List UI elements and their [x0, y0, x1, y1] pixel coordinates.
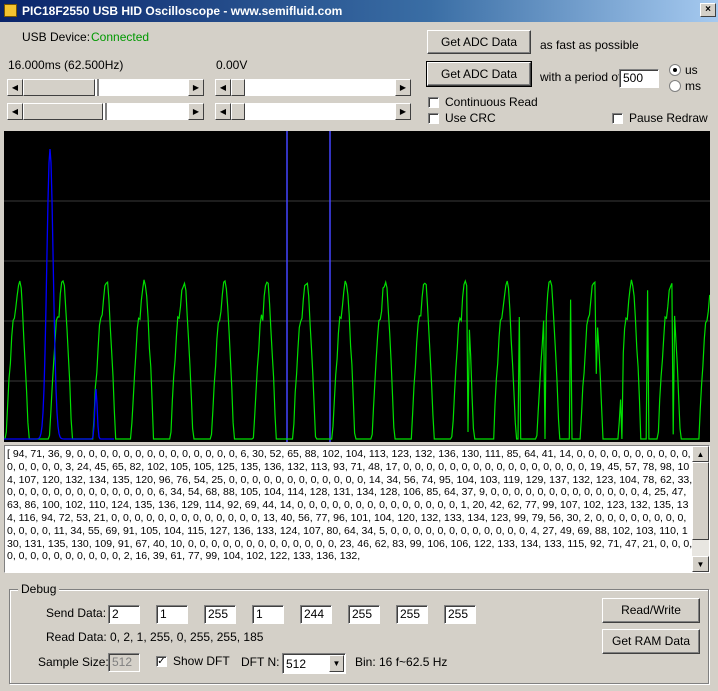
fast-label: as fast as possible [540, 38, 639, 52]
read-data-value: 0, 2, 1, 255, 0, 255, 255, 185 [110, 630, 264, 644]
radio-us-label: us [685, 63, 698, 77]
send-data-field[interactable]: 244 [300, 605, 332, 624]
radio-us[interactable] [669, 64, 681, 76]
use-crc-label: Use CRC [445, 111, 496, 125]
scroll-left-icon[interactable]: ◀ [215, 103, 231, 120]
title-bar: PIC18F2550 USB HID Oscilloscope - www.se… [0, 0, 718, 22]
timebase-slider[interactable]: ◀ ▶ [7, 79, 204, 96]
read-write-button[interactable]: Read/Write [602, 598, 700, 623]
send-data-field[interactable]: 2 [108, 605, 140, 624]
dft-n-label: DFT N: [241, 655, 280, 669]
send-data-field[interactable]: 255 [348, 605, 380, 624]
show-dft-label: Show DFT [173, 654, 230, 668]
dft-n-select[interactable]: 512 ▼ [282, 653, 346, 674]
waveform-line [4, 279, 710, 440]
oscilloscope-plot[interactable] [4, 131, 710, 442]
dft-n-value: 512 [286, 657, 307, 671]
scroll-left-icon[interactable]: ◀ [7, 79, 23, 96]
usb-device-label: USB Device: [22, 30, 91, 44]
send-data-field[interactable]: 1 [156, 605, 188, 624]
get-adc-period-button[interactable]: Get ADC Data [426, 61, 532, 87]
slider-thumb[interactable] [23, 79, 95, 96]
raw-data-text: [ 94, 71, 36, 9, 0, 0, 0, 0, 0, 0, 0, 0,… [7, 448, 693, 563]
get-ram-data-button[interactable]: Get RAM Data [602, 629, 700, 654]
raw-data-textbox[interactable]: [ 94, 71, 36, 9, 0, 0, 0, 0, 0, 0, 0, 0,… [4, 445, 710, 573]
slider-thumb[interactable] [231, 103, 245, 120]
scroll-left-icon[interactable]: ◀ [215, 79, 231, 96]
vscroll-thumb[interactable] [692, 462, 709, 540]
use-crc-checkbox[interactable] [428, 113, 439, 124]
voltage-slider[interactable]: ◀ ▶ [215, 79, 411, 96]
data-vscrollbar[interactable]: ▲ ▼ [692, 446, 709, 572]
scroll-right-icon[interactable]: ▶ [395, 103, 411, 120]
send-data-field[interactable]: 255 [444, 605, 476, 624]
usb-status: Connected [91, 30, 150, 44]
pause-redraw-label: Pause Redraw [629, 111, 708, 125]
send-data-field[interactable]: 255 [204, 605, 236, 624]
scroll-down-icon[interactable]: ▼ [692, 556, 709, 572]
period-label: with a period of [540, 70, 622, 84]
scroll-right-icon[interactable]: ▶ [188, 103, 204, 120]
slider-thumb[interactable] [23, 103, 103, 120]
send-data-label: Send Data: [46, 606, 107, 620]
send-data-field[interactable]: 1 [252, 605, 284, 624]
radio-ms-label: ms [685, 79, 701, 93]
app-icon [4, 4, 17, 17]
window-title: PIC18F2550 USB HID Oscilloscope - www.se… [22, 4, 343, 18]
continuous-read-label: Continuous Read [445, 95, 538, 109]
show-dft-checkbox[interactable]: ✓ [156, 656, 167, 667]
get-adc-fast-button[interactable]: Get ADC Data [427, 30, 531, 54]
dft-line [4, 148, 114, 440]
slider-thumb[interactable] [231, 79, 245, 96]
read-data-label: Read Data: [46, 630, 107, 644]
offset-slider[interactable]: ◀ ▶ [7, 103, 204, 120]
scroll-right-icon[interactable]: ▶ [188, 79, 204, 96]
sample-size-input: 512 [108, 653, 140, 672]
close-button[interactable]: × [700, 3, 716, 17]
sample-size-label: Sample Size: [38, 655, 109, 669]
chevron-down-icon[interactable]: ▼ [329, 655, 344, 672]
scroll-left-icon[interactable]: ◀ [7, 103, 23, 120]
bin-readout: Bin: 16 f~62.5 Hz [355, 655, 448, 669]
pause-redraw-checkbox[interactable] [612, 113, 623, 124]
radio-ms[interactable] [669, 80, 681, 92]
trigger-slider[interactable]: ◀ ▶ [215, 103, 411, 120]
volt-readout: 0.00V [216, 58, 248, 72]
scroll-right-icon[interactable]: ▶ [395, 79, 411, 96]
period-input[interactable]: 500 [619, 69, 659, 88]
send-data-field[interactable]: 255 [396, 605, 428, 624]
scroll-up-icon[interactable]: ▲ [692, 446, 709, 462]
debug-group-label: Debug [18, 582, 60, 596]
continuous-read-checkbox[interactable] [428, 97, 439, 108]
time-readout: 16.000ms (62.500Hz) [8, 58, 124, 72]
